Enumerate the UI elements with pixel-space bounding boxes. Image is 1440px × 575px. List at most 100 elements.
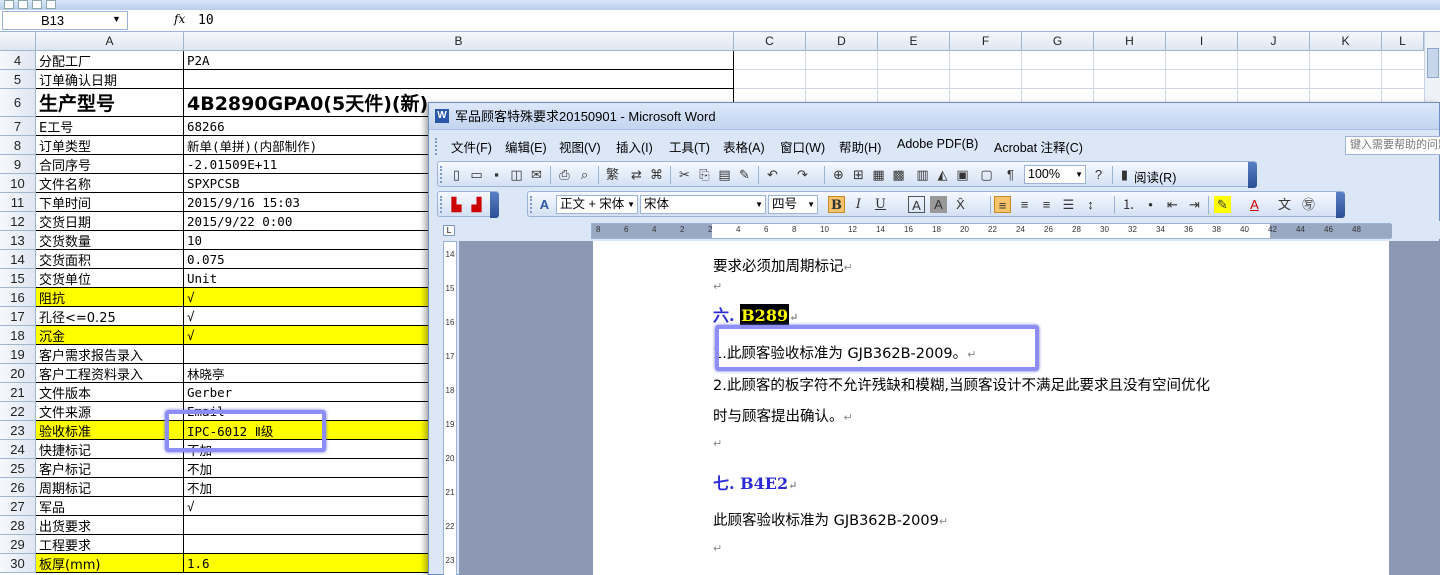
cell-a[interactable]: 交货面积 <box>36 250 184 269</box>
cell-a[interactable]: 客户工程资料录入 <box>36 364 184 383</box>
insert-table-icon[interactable]: ▦ <box>870 166 887 183</box>
cell-a[interactable]: 文件名称 <box>36 174 184 193</box>
empty-paragraph[interactable]: ↵ <box>713 437 722 450</box>
pdf-email-icon[interactable]: ▟ <box>468 196 485 213</box>
row-header[interactable]: 29 <box>0 535 36 554</box>
permission-icon[interactable]: ◫ <box>508 166 525 183</box>
vertical-ruler[interactable]: 14 15 16 17 18 19 20 21 22 23 <box>443 241 457 575</box>
menu-tools[interactable]: 工具(T) <box>669 137 710 156</box>
scroll-thumb[interactable] <box>1427 48 1439 78</box>
toolbar-icon[interactable] <box>4 0 14 9</box>
column-header-i[interactable]: I <box>1166 32 1238 51</box>
row-header[interactable]: 17 <box>0 307 36 326</box>
cell-b[interactable]: P2A <box>184 51 734 70</box>
bullets-icon[interactable]: • <box>1142 196 1159 213</box>
font-color-icon[interactable]: A <box>1246 196 1263 213</box>
row-header[interactable]: 8 <box>0 136 36 155</box>
document-map-icon[interactable]: ▣ <box>954 166 971 183</box>
cell-a[interactable]: 客户需求报告录入 <box>36 345 184 364</box>
new-icon[interactable]: ▯ <box>448 166 465 183</box>
toolbar-icon[interactable] <box>32 0 42 9</box>
row-header[interactable]: 19 <box>0 345 36 364</box>
menu-edit[interactable]: 编辑(E) <box>505 137 547 156</box>
redo-icon[interactable]: ↷ <box>794 166 811 183</box>
underline-button[interactable]: U <box>872 196 889 213</box>
row-header[interactable]: 27 <box>0 497 36 516</box>
italic-button[interactable]: I <box>850 196 867 213</box>
justify-icon[interactable]: ☰ <box>1060 196 1077 213</box>
cell-a[interactable]: 文件来源 <box>36 402 184 421</box>
cell-a[interactable]: 出货要求 <box>36 516 184 535</box>
row-header[interactable]: 5 <box>0 70 36 89</box>
chevron-down-icon[interactable]: ▼ <box>112 14 121 24</box>
fx-icon[interactable]: fx <box>174 12 185 26</box>
menu-help[interactable]: 帮助(H) <box>839 137 881 156</box>
cell-a[interactable]: 订单类型 <box>36 136 184 155</box>
menu-insert[interactable]: 插入(I) <box>616 137 653 156</box>
pdf-icon[interactable]: ▙ <box>448 196 465 213</box>
heading-seven[interactable]: 七. B4E2↵ <box>713 470 797 494</box>
row-header[interactable]: 16 <box>0 288 36 307</box>
doc-line[interactable]: 要求必须加周期标记↵ <box>713 255 853 276</box>
cell-b[interactable] <box>184 70 734 89</box>
formula-input[interactable]: 10 <box>198 13 214 28</box>
columns-icon[interactable]: ▥ <box>914 166 931 183</box>
select-all-corner[interactable] <box>0 32 36 51</box>
row-header[interactable]: 9 <box>0 155 36 174</box>
undo-icon[interactable]: ↶ <box>764 166 781 183</box>
column-header-h[interactable]: H <box>1094 32 1166 51</box>
column-header-d[interactable]: D <box>806 32 878 51</box>
cell-a[interactable]: E工号 <box>36 117 184 136</box>
column-header-j[interactable]: J <box>1238 32 1310 51</box>
tables-borders-icon[interactable]: ⊞ <box>850 166 867 183</box>
menu-acrobat-comments[interactable]: Acrobat 注释(C) <box>994 137 1083 156</box>
row-header[interactable]: 21 <box>0 383 36 402</box>
convert-icon[interactable]: ⇄ <box>628 166 645 183</box>
row-header[interactable]: 20 <box>0 364 36 383</box>
toolbar-options[interactable] <box>1336 192 1345 218</box>
cell-a[interactable]: 生产型号 <box>36 89 184 117</box>
row-header[interactable]: 14 <box>0 250 36 269</box>
enclose-char-icon[interactable]: ㊢ <box>1300 196 1317 213</box>
column-header-e[interactable]: E <box>878 32 950 51</box>
name-box[interactable]: B13 <box>2 11 128 30</box>
char-border-icon[interactable]: A <box>908 196 925 213</box>
cell-a[interactable]: 交货数量 <box>36 231 184 250</box>
menu-window[interactable]: 窗口(W) <box>780 137 825 156</box>
numbering-icon[interactable]: ⒈ <box>1120 196 1137 213</box>
doc-paragraph-3[interactable]: 此顾客验收标准为 GJB362B-2009↵ <box>713 509 948 530</box>
row-header[interactable]: 13 <box>0 231 36 250</box>
char-scale-icon[interactable]: X̂ <box>952 196 969 213</box>
reading-icon[interactable]: ▮ <box>1116 166 1133 183</box>
toolbar-icon[interactable] <box>46 0 56 9</box>
line-spacing-icon[interactable]: ↕ <box>1082 196 1099 213</box>
heading-six[interactable]: 六. B289↵ <box>713 302 798 327</box>
print-icon[interactable]: ⎙ <box>556 166 573 183</box>
insert-excel-icon[interactable]: ▩ <box>890 166 907 183</box>
style-select[interactable]: 正文 + 宋体 ▼ <box>556 195 638 214</box>
cell-a[interactable]: 验收标准 <box>36 421 184 440</box>
column-header-b[interactable]: B <box>184 32 734 51</box>
column-header-k[interactable]: K <box>1310 32 1382 51</box>
column-header-c[interactable]: C <box>734 32 806 51</box>
cell-a[interactable]: 交货日期 <box>36 212 184 231</box>
grip-icon[interactable] <box>440 196 443 213</box>
paste-icon[interactable]: ▤ <box>716 166 733 183</box>
menu-view[interactable]: 视图(V) <box>559 137 601 156</box>
column-header-l[interactable]: L <box>1382 32 1424 51</box>
font-size-select[interactable]: 四号 ▼ <box>768 195 818 214</box>
row-header[interactable]: 10 <box>0 174 36 193</box>
show-hide-icon[interactable]: ¶ <box>1002 166 1019 183</box>
row-header[interactable]: 7 <box>0 117 36 136</box>
menu-adobe-pdf[interactable]: Adobe PDF(B) <box>897 137 978 151</box>
row-header[interactable]: 23 <box>0 421 36 440</box>
highlight-icon[interactable]: ✎ <box>1214 196 1231 213</box>
format-painter-icon[interactable]: ✎ <box>736 166 753 183</box>
align-right-icon[interactable]: ≡ <box>1038 196 1055 213</box>
horizontal-ruler[interactable]: 8 6 4 2 2 4 6 8 10 12 14 16 18 20 22 24 26 28 30 32 34 36 38 40… <box>591 223 1392 239</box>
cell-a[interactable]: 军品 <box>36 497 184 516</box>
column-header-f[interactable]: F <box>950 32 1022 51</box>
align-left-icon[interactable]: ≡ <box>994 196 1011 213</box>
row-header[interactable]: 25 <box>0 459 36 478</box>
cell-a[interactable]: 周期标记 <box>36 478 184 497</box>
